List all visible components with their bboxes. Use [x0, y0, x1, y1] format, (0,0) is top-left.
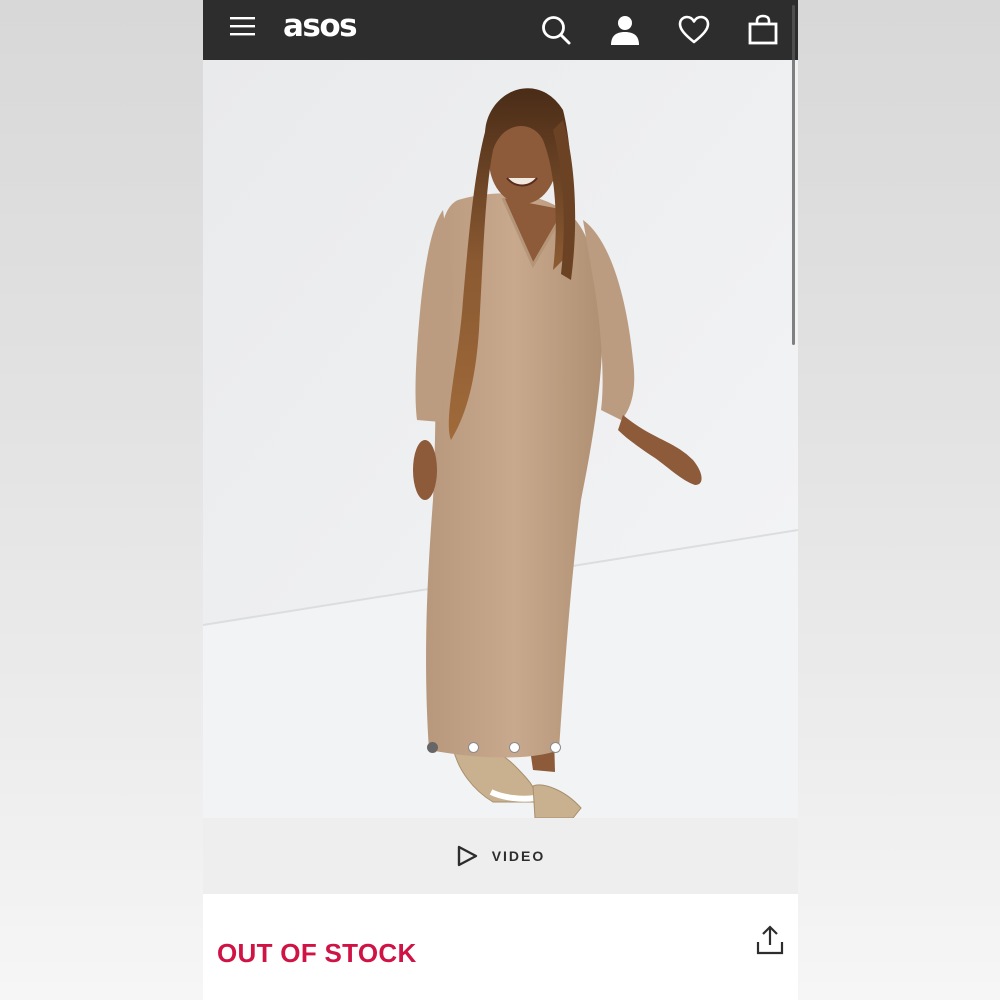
asos-logo[interactable]: asos [283, 6, 358, 46]
share-button[interactable] [755, 924, 787, 958]
saved-items-button[interactable] [672, 8, 716, 52]
product-page: asos VIDEO OUT OF STOCK [203, 0, 798, 1000]
account-button[interactable] [603, 8, 647, 52]
account-icon [611, 16, 639, 45]
menu-button[interactable] [221, 4, 265, 48]
gallery-dot-4[interactable] [550, 742, 561, 753]
gallery-dot-1[interactable] [427, 742, 438, 753]
product-image-gallery[interactable] [203, 60, 798, 818]
top-nav-bar: asos [203, 0, 798, 60]
search-button[interactable] [534, 8, 578, 52]
gallery-pagination [427, 742, 561, 753]
gallery-dot-2[interactable] [468, 742, 479, 753]
product-photo [203, 60, 798, 818]
share-icon [756, 925, 784, 955]
page-scrollbar[interactable] [792, 5, 795, 345]
bag-icon [748, 14, 778, 45]
menu-icon [230, 17, 255, 36]
product-info-section: OUT OF STOCK [203, 894, 798, 1000]
heart-icon [678, 15, 710, 44]
play-icon [457, 845, 477, 867]
gallery-dot-3[interactable] [509, 742, 520, 753]
video-label: VIDEO [491, 848, 546, 864]
stock-status: OUT OF STOCK [217, 938, 417, 968]
bag-button[interactable] [741, 8, 785, 52]
video-button[interactable]: VIDEO [203, 818, 798, 894]
search-icon [542, 16, 571, 45]
